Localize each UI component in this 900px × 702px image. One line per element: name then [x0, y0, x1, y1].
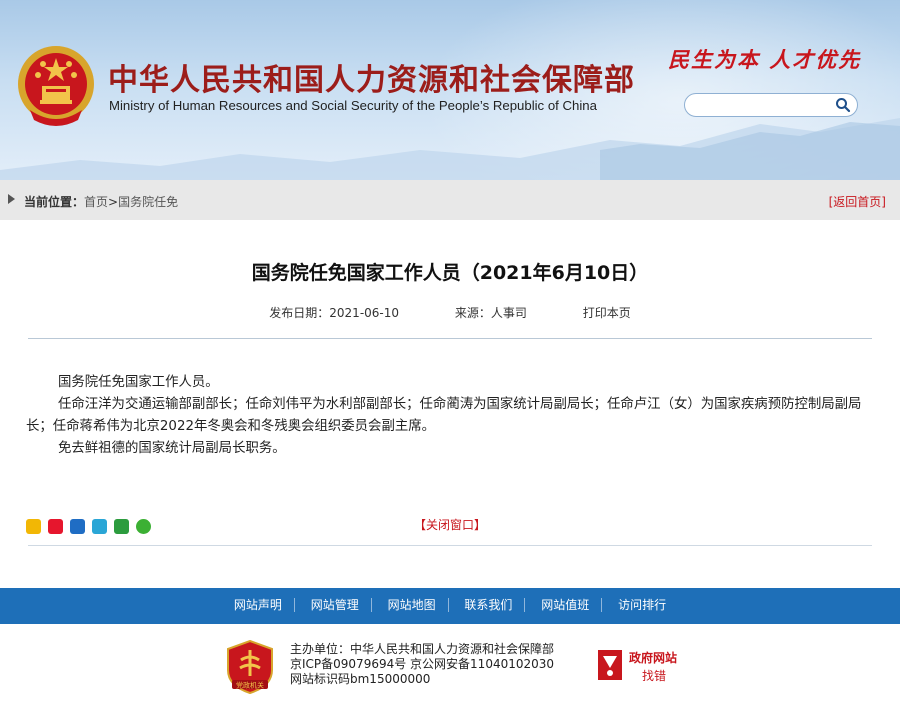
breadcrumb-label: 当前位置：	[24, 195, 85, 209]
footer-nav-management[interactable]: 网站管理	[299, 598, 372, 612]
find-error-label: 找错	[642, 669, 667, 683]
search-box	[684, 93, 858, 117]
back-home-link[interactable]: [返回首页]	[829, 193, 886, 210]
content-bottom-divider	[28, 545, 872, 546]
article-meta: 发布日期：2021-06-10 来源：人事司 打印本页	[0, 304, 900, 321]
site-title-chinese: 中华人民共和国人力资源和社会保障部	[108, 63, 635, 98]
search-input[interactable]	[695, 97, 834, 115]
article-title: 国务院任免国家工作人员（2021年6月10日）	[251, 262, 649, 284]
great-wall-illustration	[0, 118, 900, 180]
title-divider	[28, 338, 872, 339]
site-title-english: Ministry of Human Resources and Social S…	[109, 98, 597, 113]
article-paragraph: 任命汪洋为交通运输部副部长；任命刘伟平为水利部副部长；任命蔺涛为国家统计局副局长…	[26, 397, 862, 434]
print-page-link[interactable]: 打印本页	[583, 304, 631, 321]
footer: 党政机关 主办单位：中华人民共和国人力资源和社会保障部 京ICP备0907969…	[0, 624, 900, 702]
breadcrumb: 当前位置：首页>国务院任免	[24, 193, 178, 210]
search-icon[interactable]	[835, 97, 851, 113]
gov-website-label: 政府网站	[629, 651, 678, 665]
party-government-badge-icon[interactable]: 党政机关	[226, 640, 274, 694]
footer-nav-statement[interactable]: 网站声明	[222, 598, 295, 612]
footer-nav-contact[interactable]: 联系我们	[452, 598, 526, 612]
gov-website-logo-icon	[598, 650, 622, 680]
article-body: 国务院任免国家工作人员。 任命汪洋为交通运输部副部长；任命刘伟平为水利部副部长；…	[26, 372, 874, 460]
breadcrumb-home-link[interactable]: 首页	[84, 195, 108, 209]
article-source: 来源：人事司	[454, 306, 527, 320]
footer-nav-sitemap[interactable]: 网站地图	[376, 598, 449, 612]
header-banner: 中华人民共和国人力资源和社会保障部 Ministry of Human Reso…	[0, 0, 900, 180]
article-paragraph: 免去鲜祖德的国家统计局副局长职务。	[58, 441, 286, 456]
triangle-right-icon	[8, 194, 15, 204]
footer-sponsor: 主办单位：中华人民共和国人力资源和社会保障部	[290, 642, 555, 656]
publish-date: 发布日期：2021-06-10	[269, 306, 400, 320]
close-window-link[interactable]: 【关闭窗口】	[0, 516, 900, 533]
footer-info: 主办单位：中华人民共和国人力资源和社会保障部 京ICP备09079694号 京公…	[290, 642, 554, 687]
badge-text: 党政机关	[236, 681, 264, 690]
footer-nav: 网站声明 网站管理 网站地图 联系我们 网站值班 访问排行	[0, 588, 900, 624]
footer-icp: 京ICP备09079694号 京公网安备11040102030	[290, 657, 555, 671]
footer-site-id: 网站标识码bm15000000	[290, 672, 431, 686]
article-paragraph: 国务院任免国家工作人员。	[58, 375, 219, 390]
footer-nav-ranking[interactable]: 访问排行	[606, 598, 678, 612]
footer-nav-duty[interactable]: 网站值班	[529, 598, 603, 612]
slogan: 民生为本 人才优先	[668, 47, 862, 72]
breadcrumb-bar: 当前位置：首页>国务院任免 [返回首页]	[0, 180, 900, 220]
breadcrumb-separator: >	[108, 195, 119, 209]
breadcrumb-current-link[interactable]: 国务院任免	[118, 195, 178, 209]
national-emblem-icon	[18, 46, 94, 126]
gov-website-error-report-link[interactable]: 政府网站 找错	[594, 646, 694, 688]
